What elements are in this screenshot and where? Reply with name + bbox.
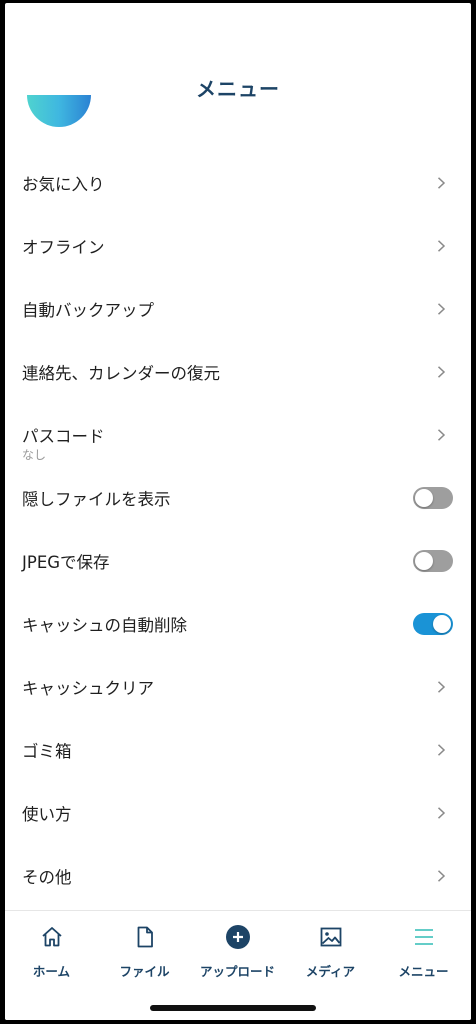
- menu-item-label: その他: [22, 867, 72, 887]
- menu-item-label: お気に入り: [22, 174, 105, 194]
- chevron-right-icon: [435, 302, 447, 315]
- menu-item-label: ゴミ箱: [22, 741, 72, 761]
- menu-item-show-hidden: 隠しファイルを表示: [5, 466, 471, 529]
- menu-item-auto-backup[interactable]: 自動バックアップ: [5, 277, 471, 340]
- menu-item-trash[interactable]: ゴミ箱: [5, 718, 471, 781]
- menu-item-label: 連絡先、カレンダーの復元: [22, 363, 220, 383]
- image-icon: [319, 925, 343, 949]
- menu-item-save-jpeg: JPEGで保存: [5, 529, 471, 592]
- tab-home[interactable]: ホーム: [5, 911, 98, 991]
- menu-list: お気に入り オフライン 自動バックアップ 連絡先、カレンダーの復元 パスコード …: [5, 151, 471, 907]
- save-jpeg-toggle[interactable]: [413, 549, 453, 572]
- chevron-right-icon: [435, 806, 447, 819]
- menu-item-label: パスコード: [22, 427, 105, 446]
- chevron-right-icon: [435, 428, 447, 441]
- menu-item-label: キャッシュクリア: [22, 678, 154, 698]
- menu-item-offline[interactable]: オフライン: [5, 214, 471, 277]
- menu-item-clear-cache[interactable]: キャッシュクリア: [5, 655, 471, 718]
- tab-bar: ホーム ファイル アップロード メディア メニュー: [5, 910, 471, 1020]
- tab-label: ホーム: [32, 964, 71, 979]
- chevron-right-icon: [435, 869, 447, 882]
- menu-item-label: 隠しファイルを表示: [22, 489, 171, 509]
- home-indicator: [150, 1005, 316, 1011]
- tab-label: アップロード: [199, 964, 275, 979]
- tab-label: メニュー: [398, 964, 449, 979]
- menu-item-sublabel: なし: [22, 448, 47, 462]
- tab-menu[interactable]: メニュー: [377, 911, 470, 991]
- screen: メニュー お気に入り オフライン 自動バックアップ 連絡先、カレンダーの復元 パ…: [5, 3, 471, 1020]
- menu-item-label: JPEGで保存: [22, 552, 110, 572]
- chevron-right-icon: [435, 743, 447, 756]
- chevron-right-icon: [435, 680, 447, 693]
- plus-circle-icon: [225, 925, 250, 949]
- tab-file[interactable]: ファイル: [98, 911, 191, 991]
- tab-upload[interactable]: アップロード: [191, 911, 284, 991]
- auto-clear-cache-toggle[interactable]: [413, 612, 453, 635]
- menu-item-passcode[interactable]: パスコード なし: [5, 403, 471, 466]
- menu-item-label: オフライン: [22, 237, 105, 257]
- menu-item-restore-contacts[interactable]: 連絡先、カレンダーの復元: [5, 340, 471, 403]
- tab-label: ファイル: [119, 964, 170, 979]
- menu-item-how-to-use[interactable]: 使い方: [5, 781, 471, 844]
- chevron-right-icon: [435, 365, 447, 378]
- show-hidden-toggle[interactable]: [413, 486, 453, 509]
- menu-item-auto-clear-cache: キャッシュの自動削除: [5, 592, 471, 655]
- chevron-right-icon: [435, 176, 447, 189]
- menu-item-label: 自動バックアップ: [22, 300, 154, 320]
- tab-label: メディア: [305, 964, 356, 979]
- chevron-right-icon: [435, 239, 447, 252]
- device-frame: メニュー お気に入り オフライン 自動バックアップ 連絡先、カレンダーの復元 パ…: [0, 0, 476, 1024]
- tab-media[interactable]: メディア: [284, 911, 377, 991]
- avatar[interactable]: [27, 95, 91, 127]
- menu-item-label: 使い方: [22, 804, 72, 824]
- home-icon: [40, 925, 64, 949]
- header: メニュー: [5, 3, 471, 143]
- menu-item-label: キャッシュの自動削除: [22, 615, 187, 635]
- menu-item-other[interactable]: その他: [5, 844, 471, 907]
- hamburger-menu-icon: [412, 925, 436, 949]
- file-icon: [133, 925, 157, 949]
- menu-item-favorites[interactable]: お気に入り: [5, 151, 471, 214]
